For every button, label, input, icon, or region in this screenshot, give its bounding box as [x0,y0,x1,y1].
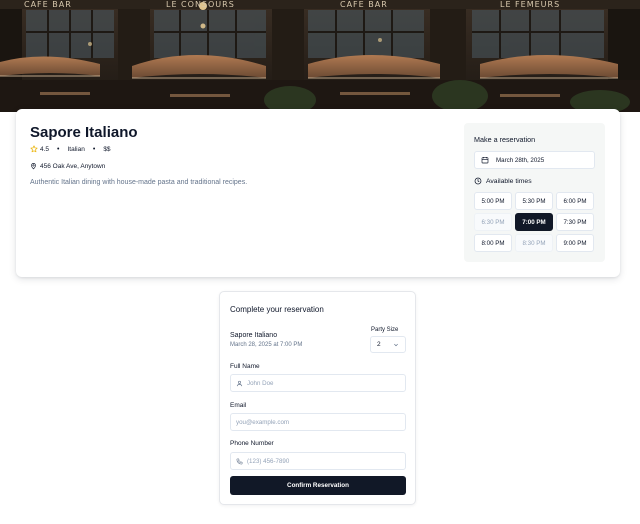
time-slot[interactable]: 7:30 PM [556,213,594,231]
time-slot-unavailable: 8:30 PM [515,234,553,252]
available-times-label: Available times [486,177,532,185]
party-size-select[interactable]: 2 [370,336,406,353]
user-icon [236,380,243,386]
email-input[interactable] [236,418,386,426]
time-slot[interactable]: 5:00 PM [474,192,512,210]
time-slot[interactable]: 6:00 PM [556,192,594,210]
full-name-label: Full Name [230,363,260,370]
hero-sign-text-2: LE CONSOURS [166,0,235,9]
restaurant-address: 456 Oak Ave, Anytown [30,162,105,170]
phone-field[interactable] [230,452,406,470]
reservation-panel: Make a reservation March 28th, 2025 Avai… [464,123,605,262]
restaurant-name: Sapore Italiano [30,124,138,141]
summary-datetime: March 28, 2025 at 7:00 PM [230,342,303,348]
time-slot[interactable]: 8:00 PM [474,234,512,252]
party-size-value: 2 [377,341,381,348]
email-field[interactable] [230,413,406,431]
restaurant-meta: 4.5 • Italian • $$ [30,145,111,153]
rating-value: 4.5 [40,145,50,153]
confirm-reservation-button[interactable]: Confirm Reservation [230,476,406,495]
email-label: Email [230,402,247,409]
party-size-label: Party Size [371,327,399,333]
time-slot-unavailable: 6:30 PM [474,213,512,231]
full-name-field[interactable] [230,374,406,392]
phone-input[interactable] [247,457,397,465]
calendar-icon [481,157,489,164]
form-title: Complete your reservation [230,305,324,314]
time-slot[interactable]: 5:30 PM [515,192,553,210]
date-picker[interactable]: March 28th, 2025 [474,151,595,169]
full-name-input[interactable] [247,379,397,387]
phone-icon [236,458,243,464]
summary-restaurant-name: Sapore Italiano [230,332,278,339]
meta-separator: • [57,145,60,153]
price-level: $$ [103,145,111,153]
star-icon [30,145,38,153]
chevron-down-icon [394,343,398,346]
restaurant-card: Sapore Italiano 4.5 • Italian • $$ 456 O… [16,109,620,277]
time-slot-grid: 5:00 PM 5:30 PM 6:00 PM 6:30 PM 7:00 PM … [474,192,596,252]
reservation-form: Complete your reservation Sapore Italian… [219,291,416,505]
address-text: 456 Oak Ave, Anytown [40,162,106,170]
selected-date: March 28th, 2025 [496,156,545,164]
clock-icon [474,177,482,185]
hero-sign-text-3: CAFE BAR [340,0,388,9]
available-times-heading: Available times [474,177,532,185]
hero-sign-text-4: LE FEMEURS [500,0,560,9]
restaurant-description: Authentic Italian dining with house-made… [30,179,248,186]
restaurant-hero-image: CAFE BAR LE CONSOURS CAFE BAR LE FEMEURS [0,0,640,112]
reservation-panel-title: Make a reservation [474,135,536,144]
phone-label: Phone Number [230,440,274,447]
time-slot[interactable]: 9:00 PM [556,234,594,252]
time-slot-selected[interactable]: 7:00 PM [515,213,553,231]
hero-sign-text-1: CAFE BAR [24,0,72,9]
map-pin-icon [31,163,36,170]
cuisine-label: Italian [67,145,85,153]
meta-separator: • [92,145,96,153]
